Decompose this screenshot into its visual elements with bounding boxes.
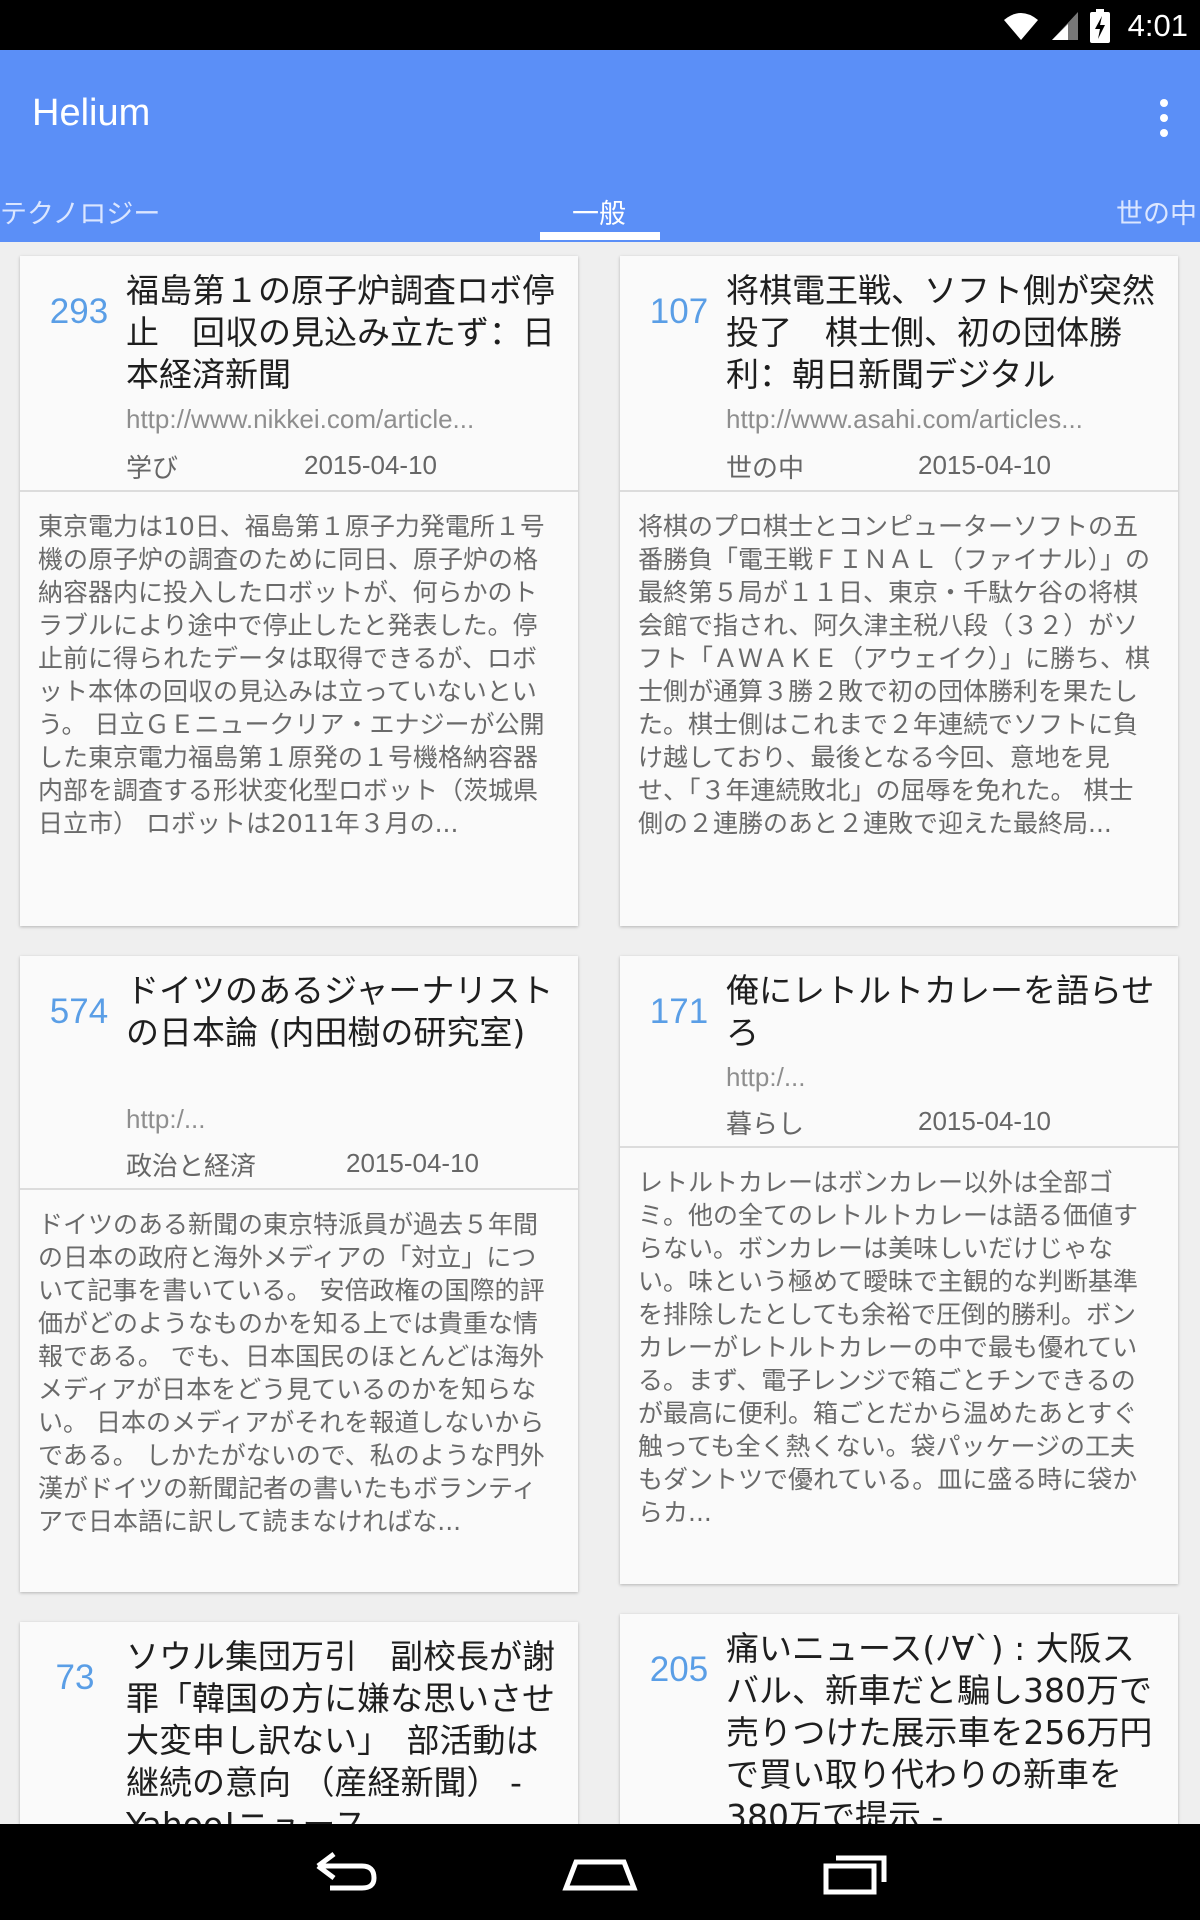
tab-society[interactable]: 世の中 [1116, 192, 1197, 231]
article-card[interactable]: 171 俺にレトルトカレーを語らせろ http:/... 暮らし 2015-04… [620, 956, 1178, 1584]
article-title: ドイツのあるジャーナリストの日本論 (内田樹の研究室) [126, 971, 554, 1052]
tab-technology[interactable]: テクノロジー [0, 192, 160, 231]
back-icon[interactable] [304, 1844, 384, 1900]
article-url[interactable]: http://www.nikkei.com/article... [126, 404, 546, 435]
article-category: 政治と経済 [126, 1152, 257, 1182]
article-score: 73 [55, 1658, 95, 1697]
tab-general[interactable]: 一般 [572, 192, 626, 231]
article-url[interactable]: http://www.asahi.com/articles... [726, 404, 1146, 435]
article-date: 2015-04-10 [304, 450, 437, 480]
article-url[interactable]: http:/... [726, 1062, 1146, 1093]
wifi-icon [1003, 13, 1038, 40]
article-card[interactable]: 205 痛いニュース(ﾉ∀`) : 大阪スバル、新車だと騙し380万で売りつけた… [620, 1614, 1178, 1852]
article-card[interactable]: 73 ソウル集団万引 副校長が謝罪「韓国の方に嫌な思いさせ大変申し訳ない」 部活… [20, 1622, 578, 1852]
article-url[interactable]: http:/... [126, 1104, 546, 1135]
article-summary: 東京電力は10日、福島第１原子力発電所１号機の原子炉の調査のために同日、原子炉の… [38, 512, 545, 838]
app-bar: Helium テクノロジー 一般 世の中 [0, 50, 1200, 242]
status-time: 4:01 [1127, 8, 1188, 43]
card-divider [620, 1146, 1178, 1148]
article-title: ソウル集団万引 副校長が謝罪「韓国の方に嫌な思いさせ大変申し訳ない」 部活動は継… [126, 1637, 555, 1844]
article-summary: ドイツのある新聞の東京特派員が過去５年間の日本の政府と海外メディアの「対立」につ… [38, 1210, 545, 1536]
recent-apps-icon[interactable] [818, 1844, 898, 1900]
home-icon[interactable] [560, 1844, 640, 1900]
navigation-bar [0, 1824, 1200, 1920]
status-bar: 4:01 [0, 0, 1200, 50]
article-summary: レトルトカレーはボンカレー以外は全部ゴミ。他の全てのレトルトカレーは語る価値すら… [638, 1168, 1139, 1527]
article-date: 2015-04-10 [918, 450, 1051, 480]
article-date: 2015-04-10 [346, 1148, 479, 1178]
article-category: 学び [126, 454, 179, 484]
cell-signal-icon [1051, 12, 1078, 40]
tab-indicator [540, 232, 660, 240]
article-summary: 将棋のプロ棋士とコンピューターソフトの五番勝負「電王戦ＦＩＮＡＬ（ファイナル）」… [638, 512, 1151, 838]
article-card[interactable]: 574 ドイツのあるジャーナリストの日本論 (内田樹の研究室) http:/..… [20, 956, 578, 1592]
article-title: 痛いニュース(ﾉ∀`) : 大阪スバル、新車だと騙し380万で売りつけた展示車を… [726, 1629, 1153, 1836]
article-score: 107 [649, 292, 709, 331]
overflow-menu-icon[interactable] [1154, 96, 1174, 140]
article-date: 2015-04-10 [918, 1106, 1051, 1136]
card-divider [20, 1188, 578, 1190]
app-title: Helium [32, 92, 151, 134]
status-icons: 4:01 [1002, 6, 1188, 46]
article-score: 171 [649, 992, 709, 1031]
article-score: 293 [49, 292, 109, 331]
article-score: 574 [49, 992, 109, 1031]
article-score: 205 [649, 1650, 709, 1689]
article-category: 暮らし [726, 1110, 805, 1140]
article-card[interactable]: 107 将棋電王戦、ソフト側が突然投了 棋士側、初の団体勝利：朝日新聞デジタル … [620, 256, 1178, 926]
article-category: 世の中 [726, 454, 805, 484]
article-card[interactable]: 293 福島第１の原子炉調査ロボ停止 回収の見込み立たず：日本経済新聞 http… [20, 256, 578, 926]
battery-charging-icon [1089, 9, 1110, 43]
article-title: 福島第１の原子炉調査ロボ停止 回収の見込み立たず：日本経済新聞 [126, 271, 555, 394]
article-title: 俺にレトルトカレーを語らせろ [726, 971, 1155, 1052]
article-title: 将棋電王戦、ソフト側が突然投了 棋士側、初の団体勝利：朝日新聞デジタル [726, 271, 1155, 394]
card-divider [620, 490, 1178, 492]
card-divider [20, 490, 578, 492]
